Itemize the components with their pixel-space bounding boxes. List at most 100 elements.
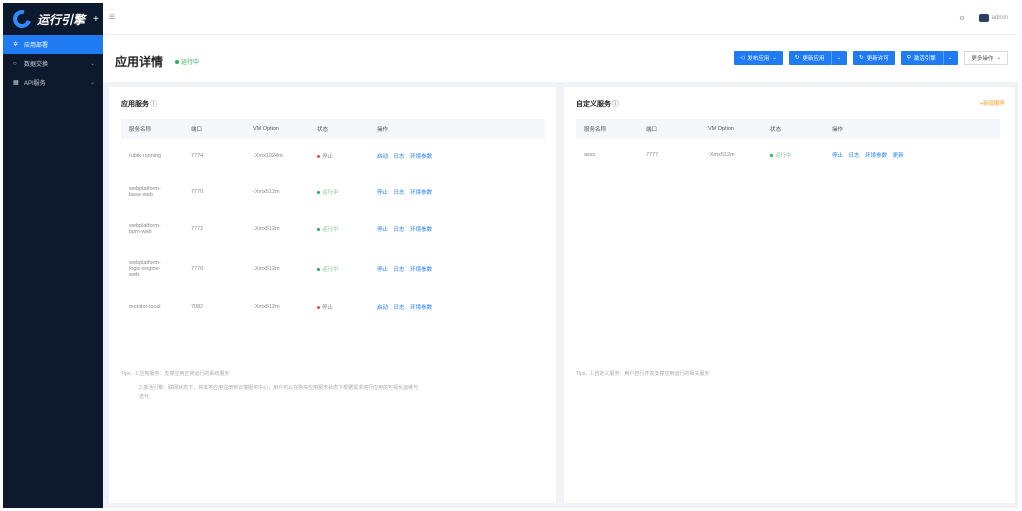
gear-icon[interactable]: ⚙ (959, 15, 964, 22)
col-service-name: 服务名称 (129, 127, 152, 133)
service-name: rubik-running (121, 139, 183, 173)
service-name-line: web (129, 272, 140, 278)
send-icon: ◁ (740, 55, 745, 61)
log-link[interactable]: 日志 (394, 267, 405, 273)
status-text: 运行中 (181, 60, 200, 66)
service-operations: 启动 日志 环境参数 (369, 139, 545, 173)
status-text: 停止 (322, 154, 334, 160)
custom-services-panel: 自定义服务ⓘ +新增服务 服务名称 端口 VM Option 状态 操作 ass… (564, 87, 1015, 503)
col-operations: 操作 (377, 127, 389, 133)
search-icon: ⚲ (906, 55, 911, 61)
chevron-down-icon: ⌄ (772, 55, 777, 61)
service-status: 停止 (309, 139, 369, 173)
start-link[interactable]: 启动 (377, 154, 388, 160)
menu-toggle-icon[interactable]: ≡ (109, 12, 115, 23)
refresh-icon: ↻ (794, 55, 800, 61)
button-label: 更多操作 (971, 56, 994, 62)
table-row: asss 7777 -Xmx512m 运行中 停止 日志 环境参数 更新 (576, 139, 1000, 171)
status-text: 运行中 (775, 153, 792, 159)
refresh-icon: ↻ (859, 55, 864, 61)
sidebar-item-label: 数据交换 (24, 62, 49, 68)
sidebar-item-app-deploy[interactable]: ✲ 应用部署 (3, 35, 103, 54)
toolbar: ◁ 发布应用 ⌄ ↻ 更新应用 ⌄ ↻ 更新许可 ⚲ 激活引擎 ⌄ 更多操作 ⌄ (734, 51, 1008, 65)
tips-line: Tips：1.应用服务：支撑应用正常运行的系统服务 (121, 371, 230, 377)
env-params-link[interactable]: 环境参数 (410, 190, 432, 196)
env-params-link[interactable]: 环境参数 (410, 227, 432, 233)
service-name-line: monitor-local (129, 304, 161, 310)
chevron-down-icon: ⌄ (89, 80, 95, 86)
activate-dropdown-toggle[interactable]: ⌄ (942, 51, 952, 65)
page-title: 应用详情 (115, 55, 164, 69)
env-params-link[interactable]: 环境参数 (865, 153, 887, 159)
service-operations: 启动 日志 环境参数 (369, 291, 545, 323)
stop-link[interactable]: 停止 (377, 190, 388, 196)
table-row: webplatform-base-web 7770 -Xmx512m 运行中 停… (121, 173, 545, 210)
activate-engine-button[interactable]: ⚲ 激活引擎 ⌄ (900, 51, 959, 65)
sidebar-item-label: API服务 (24, 81, 46, 87)
stop-link[interactable]: 停止 (832, 153, 843, 159)
env-params-link[interactable]: 环境参数 (410, 154, 432, 160)
col-operations: 操作 (832, 127, 844, 133)
log-link[interactable]: 日志 (394, 154, 405, 160)
logo-icon (9, 6, 35, 32)
log-link[interactable]: 日志 (849, 153, 860, 159)
stop-link[interactable]: 停止 (377, 267, 388, 273)
settings-icon: ✲ (13, 42, 19, 48)
more-actions-button[interactable]: 更多操作 ⌄ (964, 51, 1008, 65)
status-dot-icon (317, 227, 320, 231)
info-icon[interactable]: ⓘ (612, 101, 619, 108)
app-services-title: 应用服务ⓘ (121, 99, 157, 109)
update-dropdown-toggle[interactable]: ⌄ (831, 51, 841, 65)
sidebar-item-label: 应用部署 (24, 43, 49, 49)
service-name: webplatform-base-web (121, 173, 183, 210)
service-operations: 停止 日志 环境参数 (369, 210, 545, 247)
chevron-down-icon: ⌄ (996, 55, 1001, 61)
tips-line: 2.激活引擎：联网状态下，将本地应用注册到云端服务中心，用户可以在购买应用服务状… (139, 385, 419, 391)
stop-link[interactable]: 停止 (377, 227, 388, 233)
button-label: 更新许可 (866, 56, 889, 62)
update-license-button[interactable]: ↻ 更新许可 (853, 51, 895, 65)
log-link[interactable]: 日志 (394, 190, 405, 196)
avatar-icon (978, 14, 989, 22)
status-dot-icon (317, 190, 320, 194)
table-row: monitor-local 7082 -Xmx512m 停止 启动 日志 环境参… (121, 291, 545, 323)
custom-services-title: 自定义服务ⓘ (576, 99, 619, 109)
publish-app-button[interactable]: ◁ 发布应用 ⌄ (734, 51, 783, 65)
service-operations: 停止 日志 环境参数 (369, 173, 545, 210)
service-vm-option: -Xmx1024m (253, 153, 283, 159)
service-port: 7772 (191, 225, 204, 232)
service-name-line: base-web (129, 191, 153, 198)
col-port: 端口 (646, 127, 658, 133)
log-link[interactable]: 日志 (394, 227, 405, 233)
log-link[interactable]: 日志 (394, 305, 405, 311)
brand: 运行引擎 + (3, 3, 103, 35)
table-row: rubik-running 7774 -Xmx1024m 停止 启动 日志 环境… (121, 139, 545, 173)
env-params-link[interactable]: 环境参数 (410, 267, 432, 273)
env-params-link[interactable]: 环境参数 (410, 305, 432, 311)
service-name: webplatform-bpm-web (121, 210, 183, 247)
topbar: ≡ ⚙ admin (103, 3, 1018, 35)
sidebar-item-data-exchange[interactable]: ○ 数据交换 ⌄ (3, 54, 103, 73)
user-menu[interactable]: admin (978, 14, 1008, 22)
button-label: 激活引擎 (913, 56, 936, 62)
update-link[interactable]: 更新 (893, 153, 904, 159)
service-name: webplatform-logic-engine-web (121, 247, 183, 291)
service-vm-option: -Xmx512m (253, 304, 280, 310)
start-link[interactable]: 启动 (377, 305, 388, 311)
sidebar-item-api-service[interactable]: ▦ API服务 ⌄ (3, 73, 103, 92)
status-dot-icon (770, 154, 773, 158)
service-vm-option: -Xmx512m (708, 152, 735, 158)
table-header-row: 服务名称 端口 VM Option 状态 操作 (576, 119, 1000, 139)
add-service-link[interactable]: +新增服务 (980, 99, 1005, 107)
tips-line: 迭代 (139, 394, 150, 400)
panel-title-text: 自定义服务 (576, 101, 611, 108)
service-port: 7776 (191, 266, 204, 272)
info-icon[interactable]: ⓘ (150, 101, 157, 108)
update-app-button[interactable]: ↻ 更新应用 ⌄ (788, 51, 848, 65)
table-row: webplatform-logic-engine-web 7776 -Xmx51… (121, 247, 545, 291)
page-header: 应用详情 运行中 ◁ 发布应用 ⌄ ↻ 更新应用 ⌄ ↻ 更新许可 ⚲ 激活引擎… (103, 36, 1018, 82)
status-text: 运行中 (322, 189, 339, 196)
service-port: 7774 (191, 153, 204, 159)
service-name: monitor-local (121, 291, 183, 323)
custom-services-table: 服务名称 端口 VM Option 状态 操作 asss 7777 -Xmx51… (576, 119, 1000, 171)
